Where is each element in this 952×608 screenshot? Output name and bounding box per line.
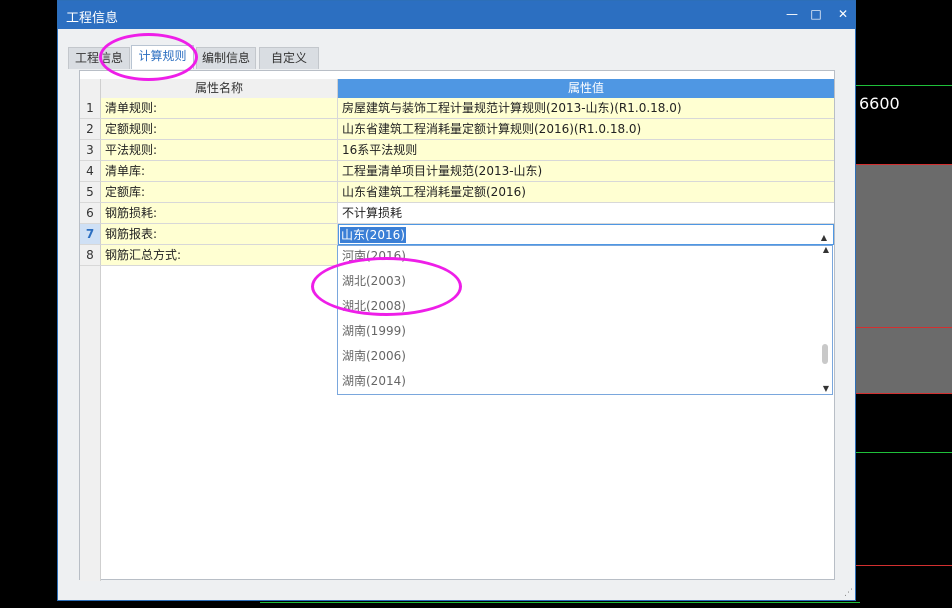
cad-line xyxy=(260,602,860,603)
header-property-name[interactable]: 属性名称 xyxy=(101,79,338,98)
close-button[interactable]: ✕ xyxy=(835,6,851,22)
row-number: 6 xyxy=(80,203,101,224)
property-value[interactable]: 山东省建筑工程消耗量定额(2016) xyxy=(338,182,834,203)
row-number: 5 xyxy=(80,182,101,203)
property-name: 定额库: xyxy=(101,182,338,203)
property-value[interactable]: 山东省建筑工程消耗量定额计算规则(2016)(R1.0.18.0) xyxy=(338,119,834,140)
property-value[interactable]: 不计算损耗 xyxy=(338,203,834,224)
property-name: 清单规则: xyxy=(101,98,338,119)
resize-grip-icon[interactable]: ⋰ xyxy=(844,588,853,598)
property-name: 钢筋报表: xyxy=(101,224,338,245)
combobox-selected-text: 山东(2016) xyxy=(340,227,406,243)
scroll-up-icon[interactable]: ▲ xyxy=(823,246,829,254)
cad-gray-area xyxy=(856,165,952,393)
highlight-ellipse-tab xyxy=(99,33,198,81)
cad-line xyxy=(856,393,952,394)
cad-line xyxy=(856,452,952,453)
row-number: 2 xyxy=(80,119,101,140)
row-number: 1 xyxy=(80,98,101,119)
table-row[interactable]: 5 定额库: 山东省建筑工程消耗量定额(2016) xyxy=(80,182,835,203)
row-number: 7 xyxy=(80,224,101,245)
table-row[interactable]: 3 平法规则: 16系平法规则 xyxy=(80,140,835,161)
row-number: 8 xyxy=(80,245,101,266)
chevron-up-icon[interactable]: ▲ xyxy=(821,227,827,244)
property-name: 平法规则: xyxy=(101,140,338,161)
dimension-text: 6600 xyxy=(859,94,900,113)
property-name: 钢筋损耗: xyxy=(101,203,338,224)
tab-custom[interactable]: 自定义 xyxy=(259,47,319,69)
cad-line xyxy=(856,327,952,328)
report-combobox[interactable]: 山东(2016) ▲ xyxy=(338,224,834,245)
dialog-title: 工程信息 xyxy=(66,11,119,26)
dropdown-option[interactable]: 湖南(1999) xyxy=(342,319,406,344)
row-number: 3 xyxy=(80,140,101,161)
scroll-down-icon[interactable]: ▼ xyxy=(823,384,829,393)
cad-line xyxy=(856,565,952,566)
table-row[interactable]: 6 钢筋损耗: 不计算损耗 xyxy=(80,203,835,224)
cad-line xyxy=(856,85,952,86)
dropdown-option[interactable]: 湖南(2006) xyxy=(342,344,406,369)
maximize-button[interactable]: □ xyxy=(808,6,824,22)
row-header-strip xyxy=(80,266,101,581)
property-name: 钢筋汇总方式: xyxy=(101,245,338,266)
property-value[interactable]: 工程量清单项目计量规范(2013-山东) xyxy=(338,161,834,182)
dropdown-scrollbar[interactable]: ▲ ▼ xyxy=(819,246,832,394)
property-name: 定额规则: xyxy=(101,119,338,140)
highlight-ellipse-options xyxy=(311,257,462,316)
table-row[interactable]: 2 定额规则: 山东省建筑工程消耗量定额计算规则(2016)(R1.0.18.0… xyxy=(80,119,835,140)
minimize-button[interactable]: — xyxy=(784,6,800,22)
table-row[interactable]: 4 清单库: 工程量清单项目计量规范(2013-山东) xyxy=(80,161,835,182)
property-value[interactable]: 16系平法规则 xyxy=(338,140,834,161)
grid-corner xyxy=(80,79,101,98)
tab-compile-info[interactable]: 编制信息 xyxy=(196,47,256,69)
scrollbar-thumb[interactable] xyxy=(822,344,828,364)
property-value[interactable]: 房屋建筑与装饰工程计量规范计算规则(2013-山东)(R1.0.18.0) xyxy=(338,98,834,119)
property-name: 清单库: xyxy=(101,161,338,182)
header-property-value[interactable]: 属性值 xyxy=(338,79,834,98)
row-number: 4 xyxy=(80,161,101,182)
table-row[interactable]: 1 清单规则: 房屋建筑与装饰工程计量规范计算规则(2013-山东)(R1.0.… xyxy=(80,98,835,119)
dialog-titlebar[interactable]: 工程信息 — □ ✕ xyxy=(58,1,855,29)
dropdown-option[interactable]: 湖南(2014) xyxy=(342,369,406,394)
table-row-selected[interactable]: 7 钢筋报表: 山东(2016) ▲ xyxy=(80,224,835,245)
